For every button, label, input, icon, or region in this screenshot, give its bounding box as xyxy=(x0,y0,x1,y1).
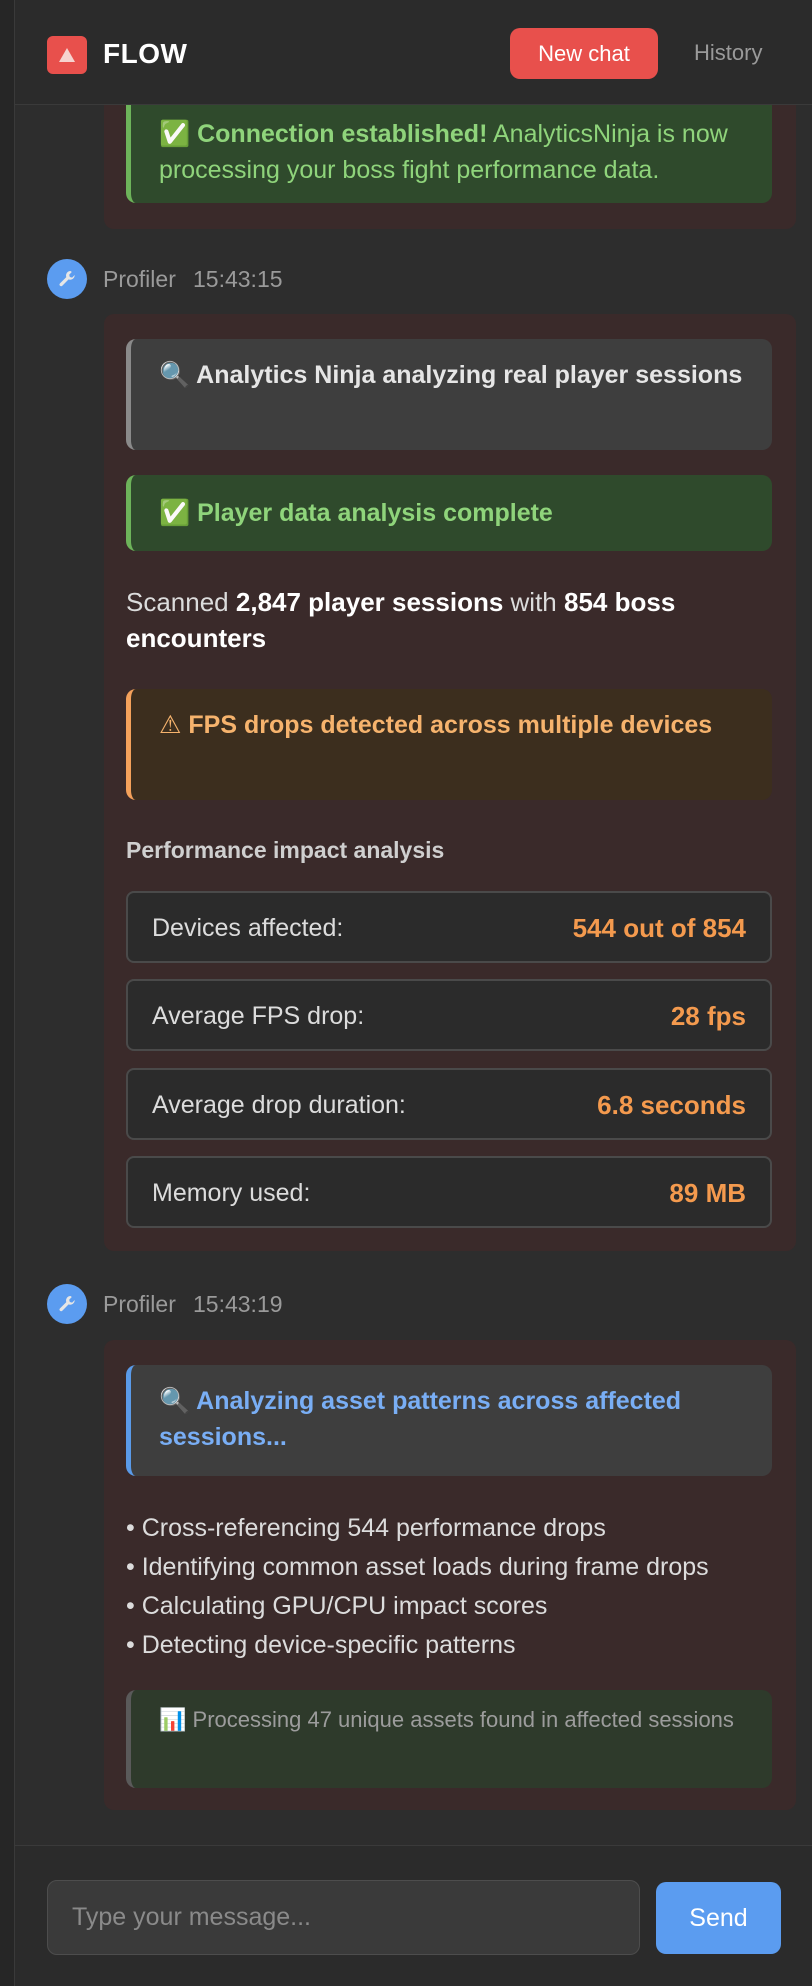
chat-app: FLOW New chat History ✅ Connection estab… xyxy=(15,0,812,1986)
wrench-icon xyxy=(59,1296,75,1312)
history-link[interactable]: History xyxy=(694,40,762,66)
performance-section-title: Performance impact analysis xyxy=(126,837,445,863)
check-icon: ✅ xyxy=(159,499,191,527)
list-item: Identifying common asset loads during fr… xyxy=(126,1548,786,1587)
scan-prefix: Scanned xyxy=(126,587,229,617)
processing-banner: 📊 Processing 47 unique assets found in a… xyxy=(126,1690,772,1788)
processing-text: Processing 47 unique assets found in aff… xyxy=(192,1707,734,1732)
message-composer: Send xyxy=(15,1845,812,1986)
metric-row: Average drop duration: 6.8 seconds xyxy=(126,1068,772,1140)
warning-text: FPS drops detected across multiple devic… xyxy=(188,711,713,739)
metric-value: 28 fps xyxy=(670,1001,746,1031)
progress-steps-list: Cross-referencing 544 performance drops … xyxy=(126,1509,786,1665)
list-item: Detecting device-specific patterns xyxy=(126,1626,786,1665)
check-icon: ✅ xyxy=(159,120,191,148)
new-chat-button[interactable]: New chat xyxy=(510,28,658,79)
message-input[interactable] xyxy=(47,1880,640,1955)
connection-banner: ✅ Connection established! AnalyticsNinja… xyxy=(126,105,772,203)
metric-value: 89 MB xyxy=(669,1178,746,1208)
profiler-avatar xyxy=(47,1284,87,1324)
chart-icon: 📊 xyxy=(159,1707,187,1732)
list-item: Calculating GPU/CPU impact scores xyxy=(126,1587,786,1626)
metric-label: Devices affected: xyxy=(152,914,344,942)
metric-value: 544 out of 854 xyxy=(572,913,746,943)
asset-analysis-banner: 🔍 Analyzing asset patterns across affect… xyxy=(126,1365,772,1476)
app-title: FLOW xyxy=(103,38,188,69)
magnifier-icon: 🔍 xyxy=(159,361,191,389)
analyzing-banner: 🔍 Analytics Ninja analyzing real player … xyxy=(126,339,772,450)
warning-triangle-icon xyxy=(59,48,75,62)
profiler-avatar xyxy=(47,259,87,299)
message-author: Profiler xyxy=(103,266,176,292)
asset-analysis-text: Analyzing asset patterns across affected… xyxy=(159,1387,682,1451)
scan-middle: with xyxy=(510,587,557,617)
analysis-complete-banner: ✅ Player data analysis complete xyxy=(126,475,772,551)
metric-value: 6.8 seconds xyxy=(597,1090,746,1120)
message-timestamp: 15:43:19 xyxy=(193,1291,283,1317)
analyzing-text: Analytics Ninja analyzing real player se… xyxy=(196,361,743,389)
metric-row: Devices affected: 544 out of 854 xyxy=(126,891,772,963)
scan-sessions: 2,847 player sessions xyxy=(235,587,504,617)
warning-icon: ⚠ xyxy=(159,711,182,739)
metric-row: Memory used: 89 MB xyxy=(126,1156,772,1228)
list-item: Cross-referencing 544 performance drops xyxy=(126,1509,786,1548)
connection-title: Connection established! xyxy=(197,120,488,148)
metric-label: Average FPS drop: xyxy=(152,1002,365,1030)
send-button[interactable]: Send xyxy=(656,1882,781,1954)
analysis-complete-text: Player data analysis complete xyxy=(197,499,553,527)
app-logo[interactable] xyxy=(47,36,87,74)
message-timestamp: 15:43:15 xyxy=(193,266,283,292)
wrench-icon xyxy=(59,271,75,287)
magnifier-icon: 🔍 xyxy=(159,1387,191,1415)
message-author: Profiler xyxy=(103,1291,176,1317)
metric-label: Average drop duration: xyxy=(152,1091,406,1119)
fps-warning-banner: ⚠ FPS drops detected across multiple dev… xyxy=(126,689,772,800)
scan-summary: Scanned 2,847 player sessions with 854 b… xyxy=(126,584,776,656)
left-edge xyxy=(0,0,15,1986)
metric-label: Memory used: xyxy=(152,1179,311,1207)
metric-row: Average FPS drop: 28 fps xyxy=(126,979,772,1051)
header: FLOW New chat History xyxy=(15,0,812,105)
